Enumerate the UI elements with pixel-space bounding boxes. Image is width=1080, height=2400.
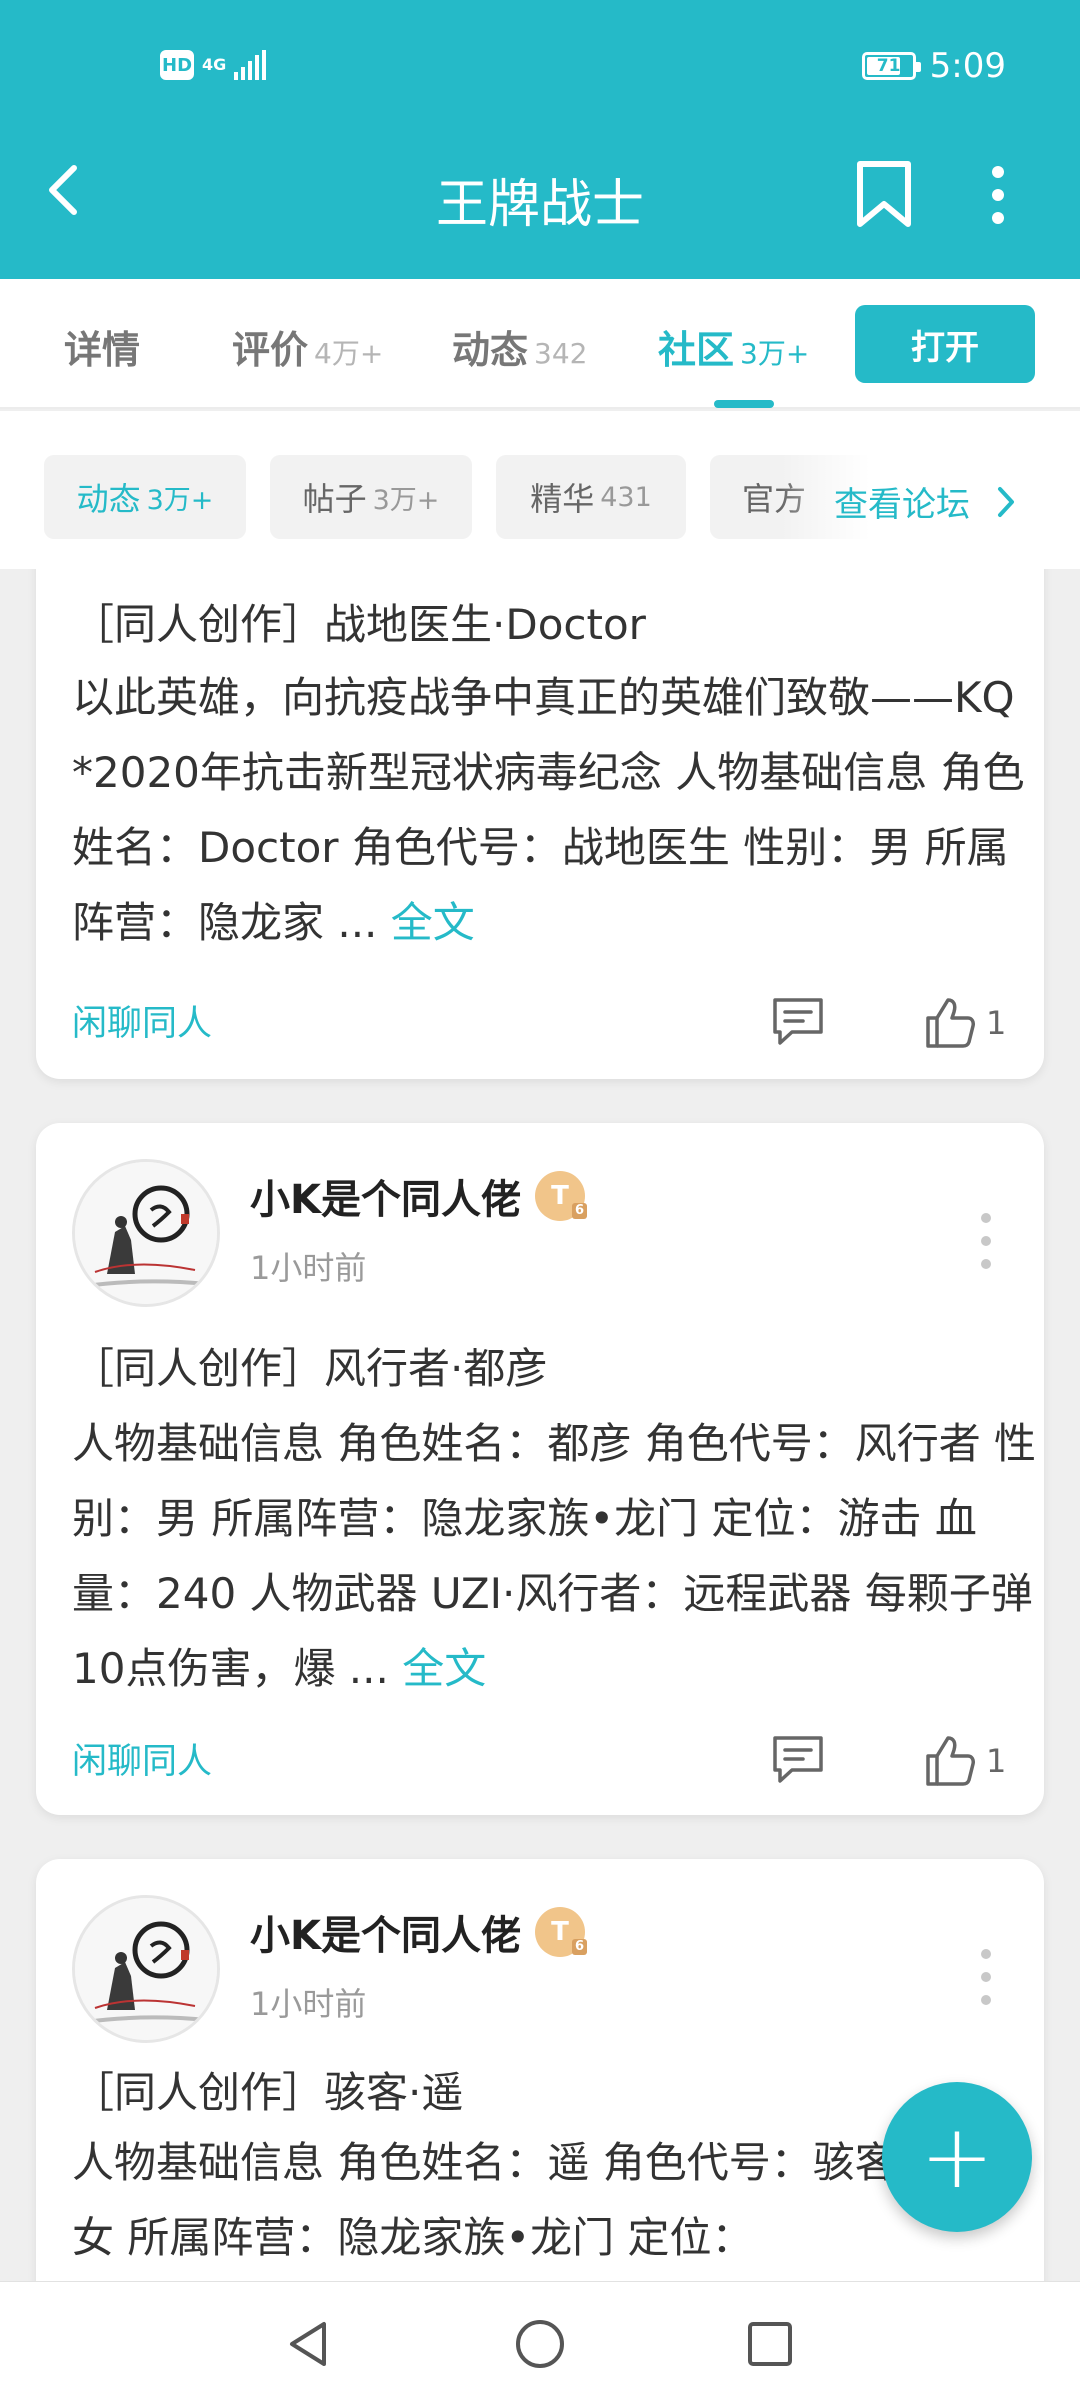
active-tab-indicator: [714, 400, 774, 408]
chip-label: 动态: [76, 480, 141, 518]
system-nav-bar: [0, 2281, 1080, 2400]
chip-featured[interactable]: 精华 431: [496, 455, 686, 539]
chevron-right-icon: [998, 486, 1014, 517]
tab-activity[interactable]: 动态 342: [452, 319, 587, 379]
create-post-button[interactable]: +: [882, 2082, 1032, 2232]
post-text: 人物基础信息 角色姓名：都彦 角色代号：风行者 性别：男 所属阵营：隐龙家族•龙…: [72, 1419, 1037, 1693]
author-name[interactable]: 小K是个同人佬 T: [250, 1903, 587, 1961]
level-badge: T: [535, 1907, 587, 1957]
hd-badge: HD: [160, 50, 194, 80]
tab-reviews[interactable]: 评价 4万+: [232, 319, 383, 379]
post-title: ［同人创作］风行者·都彦: [72, 1344, 548, 1393]
tab-label: 动态: [452, 328, 529, 372]
comment-icon: [773, 1736, 823, 1783]
status-right: 71 5:09: [861, 46, 1006, 86]
feed-list: ［同人创作］战地医生·Doctor 以此英雄，向抗疫战争中真正的英雄们致敬——K…: [0, 569, 1080, 2281]
plus-icon: +: [920, 2105, 994, 2208]
post-title: ［同人创作］战地医生·Doctor: [72, 600, 646, 649]
post-tag[interactable]: 闲聊同人: [72, 995, 212, 1046]
read-more-link[interactable]: 全文: [402, 1644, 486, 1693]
post-body: 以此英雄，向抗疫战争中真正的英雄们致敬——KQ *2020年抗击新型冠状病毒纪念…: [72, 660, 1048, 960]
read-more-link[interactable]: 全文: [391, 898, 475, 947]
forum-link-label: 查看论坛: [834, 485, 970, 525]
tab-label: 详情: [64, 328, 141, 372]
chip-label: 帖子: [302, 480, 367, 518]
status-time: 5:09: [929, 46, 1006, 86]
tab-community[interactable]: 社区 3万+: [658, 319, 809, 379]
chip-label: 精华: [530, 480, 595, 518]
like-count: 1: [986, 1742, 1007, 1780]
bookmark-button[interactable]: [852, 160, 916, 230]
nav-recents-button[interactable]: [740, 2314, 800, 2374]
chip-count: 431: [600, 481, 652, 513]
post-text: 以此英雄，向抗疫战争中真正的英雄们致敬——KQ *2020年抗击新型冠状病毒纪念…: [72, 673, 1025, 947]
chip-count: 3万+: [372, 484, 440, 516]
more-options-button[interactable]: [972, 162, 1024, 228]
nav-home-button[interactable]: [510, 2314, 570, 2374]
comment-button[interactable]: [770, 1733, 830, 1789]
avatar-ink-painting: [75, 1162, 217, 1304]
author-name[interactable]: 小K是个同人佬 T: [250, 1167, 587, 1225]
thumbs-up-icon: [926, 998, 975, 1048]
like-button[interactable]: 1: [924, 993, 1006, 1053]
filter-chips-bar: 动态 3万+ 帖子 3万+ 精华 431 官方 查看论坛: [0, 411, 1080, 569]
comment-button[interactable]: [770, 995, 830, 1051]
comment-icon: [773, 998, 823, 1045]
tab-count: 342: [534, 337, 588, 370]
more-vertical-icon: [992, 166, 1004, 224]
nav-back-button[interactable]: [280, 2314, 340, 2374]
author-avatar[interactable]: [72, 1159, 220, 1307]
post-tag[interactable]: 闲聊同人: [72, 1733, 212, 1784]
nav-home-icon: [516, 2320, 564, 2368]
tab-details[interactable]: 详情: [64, 319, 140, 379]
thumbs-up-icon: [926, 1736, 975, 1786]
post-time: 1小时前: [250, 1985, 367, 2023]
top-bar: HD 4G 71 5:09 王牌战士: [0, 0, 1080, 279]
author-avatar[interactable]: [72, 1895, 220, 2043]
signal-icon: [234, 50, 267, 80]
status-left: HD 4G: [160, 50, 267, 80]
post-card[interactable]: ［同人创作］战地医生·Doctor 以此英雄，向抗疫战争中真正的英雄们致敬——K…: [36, 569, 1044, 1079]
tab-count: 4万+: [314, 337, 384, 370]
post-options-button[interactable]: [978, 1949, 994, 2005]
level-badge: T: [535, 1171, 587, 1221]
tab-label: 评价: [232, 328, 309, 372]
battery-icon: 71: [861, 52, 921, 80]
view-forum-link[interactable]: 查看论坛: [834, 477, 1018, 526]
nav-recents-icon: [748, 2322, 792, 2366]
author-name-text: 小K是个同人佬: [250, 1177, 521, 1223]
post-title: ［同人创作］骇客·遥: [72, 2068, 464, 2117]
chip-posts[interactable]: 帖子 3万+: [270, 455, 472, 539]
network-type: 4G: [202, 55, 227, 74]
chip-activity[interactable]: 动态 3万+: [44, 455, 246, 539]
author-name-text: 小K是个同人佬: [250, 1913, 521, 1959]
avatar-ink-painting: [75, 1898, 217, 2040]
nav-back-icon: [290, 2322, 326, 2366]
post-card[interactable]: 小K是个同人佬 T 1小时前 ［同人创作］风行者·都彦 人物基础信息 角色姓名：…: [36, 1123, 1044, 1815]
chip-count: 3万+: [146, 484, 214, 516]
post-time: 1小时前: [250, 1249, 367, 1287]
post-card[interactable]: 小K是个同人佬 T 1小时前 ［同人创作］骇客·遥 人物基础信息 角色姓名：遥 …: [36, 1859, 1044, 2281]
tab-count: 3万+: [740, 337, 810, 370]
bookmark-icon: [857, 161, 911, 227]
page-title: 王牌战士: [435, 175, 644, 235]
tab-label: 社区: [658, 328, 735, 372]
post-options-button[interactable]: [978, 1213, 994, 1269]
like-count: 1: [986, 1004, 1007, 1042]
post-body: 人物基础信息 角色姓名：都彦 角色代号：风行者 性别：男 所属阵营：隐龙家族•龙…: [72, 1406, 1048, 1706]
open-app-button[interactable]: 打开: [855, 305, 1035, 383]
battery-level: 71: [876, 56, 901, 76]
like-button[interactable]: 1: [924, 1731, 1006, 1791]
